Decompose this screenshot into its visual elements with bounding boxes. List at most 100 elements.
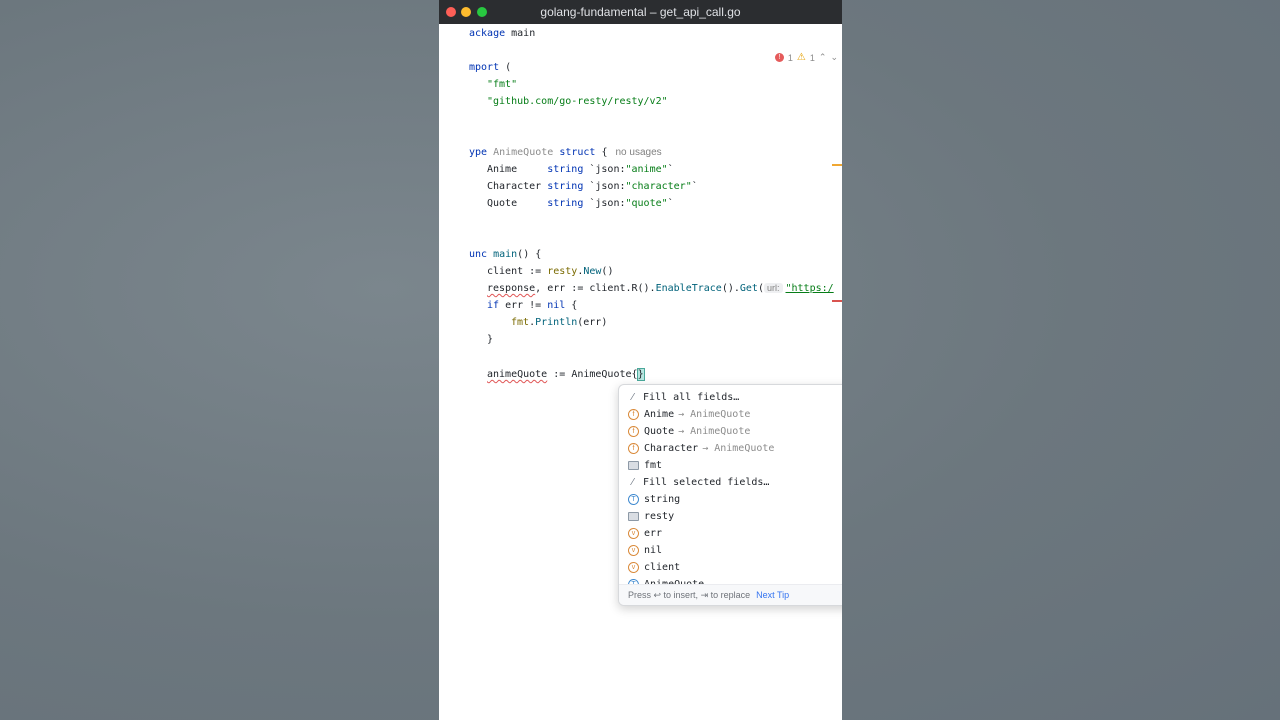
type-name: AnimeQuote <box>571 369 632 380</box>
completion-item[interactable]: ⁄ Fill selected fields… <box>619 474 842 491</box>
completion-item-label: resty <box>644 511 675 522</box>
caret-brace[interactable]: } <box>636 368 645 381</box>
keyword: if <box>487 300 500 311</box>
code-text: { <box>595 147 608 158</box>
code-line: } <box>487 331 493 348</box>
package-icon <box>628 461 639 470</box>
usage-hint[interactable]: no usages <box>616 147 662 158</box>
completion-item-label: Anime <box>644 409 675 420</box>
next-tip-link[interactable]: Next Tip <box>756 590 789 600</box>
variable-icon: v <box>628 528 639 539</box>
completion-item-label: Fill selected fields… <box>643 477 770 488</box>
title-bar: golang-fundamental – get_api_call.go <box>439 0 842 24</box>
field-icon: f <box>628 443 639 454</box>
code-text: { <box>565 300 578 311</box>
struct-tag: ` <box>691 181 698 192</box>
code-line: client := resty.New() <box>487 263 613 280</box>
code-line: animeQuote := AnimeQuote{} <box>487 366 645 383</box>
code-text: (). <box>721 283 740 294</box>
completion-popup: ⁄ Fill all fields… f Anime → AnimeQuote f Quot… <box>618 384 842 606</box>
code-line: ackage main <box>469 25 535 42</box>
completion-item[interactable]: v err <box>619 525 842 542</box>
completion-item[interactable]: f Quote → AnimeQuote <box>619 423 842 440</box>
keyword: unc <box>469 249 488 260</box>
type-name: string <box>547 198 584 209</box>
url-literal[interactable]: "https:/ <box>786 283 834 294</box>
inspection-widget[interactable]: ! 1 ⚠ 1 ⌃ ⌄ <box>774 52 838 63</box>
chevron-down-icon[interactable]: ⌄ <box>830 52 838 63</box>
type-icon: T <box>628 494 639 505</box>
code-line: fmt.Println(err) <box>511 314 607 331</box>
completion-item-label: string <box>644 494 681 505</box>
code-line: response, err := client.R().EnableTrace(… <box>487 280 834 297</box>
code-text: } <box>487 334 494 345</box>
struct-tag-value: "quote" <box>625 198 668 209</box>
code-text: := <box>547 369 572 380</box>
completion-item[interactable]: f Character → AnimeQuote <box>619 440 842 457</box>
parameter-hint: url: <box>763 283 783 293</box>
unused-variable: animeQuote <box>487 369 548 380</box>
code-line: if err != nil { <box>487 297 577 314</box>
function-name: Get <box>739 283 758 294</box>
completion-item[interactable]: fmt <box>619 457 842 474</box>
function-name: main <box>487 249 518 260</box>
completion-item-label: fmt <box>644 460 663 471</box>
code-line: ype AnimeQuote struct {no usages <box>469 144 662 161</box>
package-name: resty <box>547 266 578 277</box>
code-line: mport ( <box>469 59 511 76</box>
type-name: string <box>547 164 584 175</box>
code-text: err != <box>499 300 548 311</box>
package-name: fmt <box>511 317 530 328</box>
completion-item-type: → AnimeQuote <box>702 443 775 454</box>
completion-item-label: Quote <box>644 426 675 437</box>
code-text: main <box>505 28 536 39</box>
code-text: () <box>601 266 614 277</box>
completion-item-label: Character <box>644 443 699 454</box>
chevron-up-icon[interactable]: ⌃ <box>819 52 827 63</box>
code-text: { <box>631 369 638 380</box>
warning-count: 1 <box>809 52 815 63</box>
code-line: Quote string `json:"quote"` <box>487 195 674 212</box>
struct-tag: ` <box>667 198 674 209</box>
struct-tag: `json: <box>583 181 626 192</box>
completion-item[interactable]: TAnimeQuote <box>619 576 842 584</box>
ide-window: golang-fundamental – get_api_call.go ! 1… <box>439 0 842 720</box>
code-text: , err := client.R(). <box>535 283 656 294</box>
field-icon: f <box>628 409 639 420</box>
completion-item[interactable]: Tstring <box>619 491 842 508</box>
completion-item[interactable]: f Anime → AnimeQuote <box>619 406 842 423</box>
code-editor[interactable]: ! 1 ⚠ 1 ⌃ ⌄ ackage main mport ( "fmt" "g… <box>439 24 842 720</box>
warning-stripe-marker[interactable] <box>832 164 842 166</box>
completion-list: ⁄ Fill all fields… f Anime → AnimeQuote f Quot… <box>619 389 842 584</box>
struct-tag: ` <box>667 164 674 175</box>
completion-item[interactable]: v client <box>619 559 842 576</box>
variable-icon: v <box>628 562 639 573</box>
code-line: Character string `json:"character"` <box>487 178 698 195</box>
function-name: Println <box>535 317 578 328</box>
completion-item-label: client <box>644 562 681 573</box>
keyword: struct <box>553 147 596 158</box>
window-title: golang-fundamental – get_api_call.go <box>540 5 741 19</box>
keyword: ackage <box>469 28 506 39</box>
completion-item[interactable]: resty <box>619 508 842 525</box>
code-text: ( <box>499 62 512 73</box>
string-literal: "fmt" <box>487 79 518 90</box>
function-name: New <box>583 266 602 277</box>
completion-item-type: → AnimeQuote <box>678 409 751 420</box>
code-text: () { <box>517 249 542 260</box>
string-literal: "github.com/go-resty/resty/v2" <box>487 96 668 107</box>
completion-item[interactable]: v nil <box>619 542 842 559</box>
error-count: 1 <box>787 52 793 63</box>
completion-item[interactable]: ⁄ Fill all fields… <box>619 389 842 406</box>
code-line: unc main() { <box>469 246 541 263</box>
footer-hint: Press ↩ to insert, ⇥ to replace <box>628 590 751 600</box>
magic-wand-icon: ⁄ <box>632 392 634 403</box>
code-line: Anime string `json:"anime"` <box>487 161 674 178</box>
completion-item-label: Fill all fields… <box>643 392 740 403</box>
code-text: client := <box>487 266 548 277</box>
field-name: Quote <box>487 198 548 209</box>
keyword: ype <box>469 147 488 158</box>
struct-tag: `json: <box>583 198 626 209</box>
code-line: "github.com/go-resty/resty/v2" <box>487 93 668 110</box>
error-stripe-marker[interactable] <box>832 300 842 302</box>
